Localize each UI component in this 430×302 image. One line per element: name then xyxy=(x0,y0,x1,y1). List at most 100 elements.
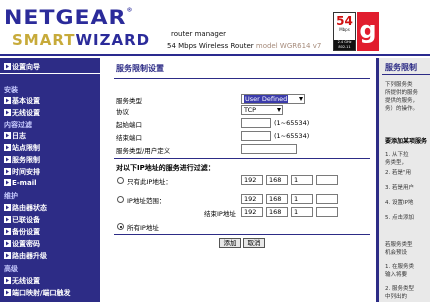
nav-item-schedule[interactable]: 时间安排 xyxy=(4,167,40,177)
range-start-octet-1[interactable]: 192 xyxy=(241,194,263,204)
range-end-octet-1[interactable]: 192 xyxy=(241,207,263,217)
product-desc: 54 Mbps Wireless Router xyxy=(167,42,254,50)
arrow-right-icon xyxy=(4,289,11,296)
nav-item-set-password[interactable]: 设置密码 xyxy=(4,239,40,249)
nav-item-basic-settings[interactable]: 基本设置 xyxy=(4,96,40,106)
range-start-octet-2[interactable]: 168 xyxy=(266,194,288,204)
nav-item-setup-wizard[interactable]: 设置向导 xyxy=(4,62,40,72)
single-ip-octet-1[interactable]: 192 xyxy=(241,175,263,185)
nav-item-backup-settings[interactable]: 备份设置 xyxy=(4,227,40,237)
nav-item-router-status[interactable]: 路由器状态 xyxy=(4,203,47,213)
arrow-right-icon xyxy=(4,228,11,235)
smartwizard-logo: SMARTWIZARD xyxy=(12,31,150,49)
header: NETGEAR® SMARTWIZARD router manager 54 M… xyxy=(0,0,430,56)
help-section-title: 要添加某项服务 xyxy=(385,138,428,145)
arrow-right-icon xyxy=(4,97,11,104)
arrow-right-icon xyxy=(4,132,11,139)
help-line: 下列服务类 xyxy=(385,82,413,88)
g-badge: g xyxy=(357,12,379,51)
end-port-label: 结束端口 xyxy=(116,134,142,142)
range-start-octet-3[interactable]: 1 xyxy=(291,194,313,204)
badge-line2: 802.11 xyxy=(338,44,351,49)
arrow-right-icon xyxy=(4,204,11,211)
radio-ip-range[interactable] xyxy=(117,196,124,203)
help-footer-line: 2. 服务类型 xyxy=(385,286,414,292)
nav-item-port-forwarding[interactable]: 端口映射/端口触发 xyxy=(4,288,71,298)
radio-single-ip[interactable] xyxy=(117,177,124,184)
help-footer-line: 若服务类型 xyxy=(385,242,413,248)
nav-section-maintenance: 维护 xyxy=(4,192,18,200)
nav-section-content-filtering: 内容过滤 xyxy=(4,121,32,129)
start-port-label: 起始端口 xyxy=(116,121,142,129)
product-title: router manager xyxy=(171,30,227,38)
protocol-select[interactable]: TCP xyxy=(241,105,283,115)
nav-section-setup: 安装 xyxy=(4,86,18,94)
arrow-right-icon xyxy=(4,252,11,259)
help-step: 1. 从下拉 xyxy=(385,152,409,158)
arrow-right-icon xyxy=(4,144,11,151)
nav-item-advanced-wireless[interactable]: 无线设置 xyxy=(4,276,40,286)
nav-item-block-services[interactable]: 服务限制 xyxy=(4,155,40,165)
range-start-octet-4[interactable] xyxy=(316,194,338,204)
arrow-right-icon xyxy=(4,168,11,175)
section-divider xyxy=(114,158,370,159)
range-end-octet-3[interactable]: 1 xyxy=(291,207,313,217)
help-line: 所提供的服务 xyxy=(385,90,419,96)
start-port-hint: (1~65534) xyxy=(274,119,310,127)
range-end-octet-4[interactable] xyxy=(316,207,338,217)
sidebar-nav: 设置向导 安装 基本设置 无线设置 内容过滤 日志 站点限制 服务限制 时间安排… xyxy=(0,58,103,302)
help-footer-line: 输入将要 xyxy=(385,272,408,278)
nav-item-attached-devices[interactable]: 已联设备 xyxy=(4,215,40,225)
nav-item-email[interactable]: E-mail xyxy=(4,179,37,187)
start-port-input[interactable] xyxy=(241,118,271,128)
smart-text: SMART xyxy=(12,31,76,49)
help-step: 3. 若是用户 xyxy=(385,185,414,191)
arrow-right-icon xyxy=(4,179,11,186)
help-footer-line: 1. 在服务类 xyxy=(385,264,414,270)
radio-all-ip[interactable] xyxy=(117,223,124,230)
netgear-logo: NETGEAR® xyxy=(4,7,134,30)
add-button[interactable]: 添加 xyxy=(219,238,241,248)
nav-item-wireless-settings[interactable]: 无线设置 xyxy=(4,108,40,118)
single-ip-octet-2[interactable]: 168 xyxy=(266,175,288,185)
badge-speed: 54 xyxy=(336,14,353,28)
service-type-select[interactable]: User Defined xyxy=(241,94,305,104)
arrow-right-icon xyxy=(4,240,11,247)
help-divider xyxy=(382,74,430,75)
chevron-down-icon xyxy=(277,108,281,112)
product-model: 54 Mbps Wireless Router model WGR614 v7 xyxy=(167,42,321,50)
help-step: 2. 若是"用 xyxy=(385,170,412,176)
filter-heading: 对以下IP地址的服务进行过滤： xyxy=(116,164,215,172)
arrow-right-icon xyxy=(4,156,11,163)
nav-item-block-sites[interactable]: 站点限制 xyxy=(4,143,40,153)
nav-section-advanced: 高级 xyxy=(4,265,18,273)
protocol-label: 协议 xyxy=(116,108,129,116)
custom-service-input[interactable] xyxy=(241,144,297,154)
range-end-octet-2[interactable]: 168 xyxy=(266,207,288,217)
badge-footer: 2.4 GHz 802.11 xyxy=(334,40,355,50)
help-line: 提供的服务， xyxy=(385,98,419,104)
chevron-down-icon xyxy=(299,97,303,101)
buttons-divider xyxy=(114,234,370,235)
help-step: 4. 设置IP地 xyxy=(385,200,414,206)
registered-mark: ® xyxy=(126,7,134,14)
nav-item-router-upgrade[interactable]: 路由器升级 xyxy=(4,251,47,261)
main-content: 服务限制设置 服务类型 User Defined 协议 TCP 起始端口 (1~… xyxy=(106,58,376,302)
wizard-text: WIZARD xyxy=(75,31,151,49)
arrow-right-icon xyxy=(4,277,11,284)
help-footer-line: 中列出的 xyxy=(385,294,408,300)
end-port-input[interactable] xyxy=(241,131,271,141)
nav-item-logs[interactable]: 日志 xyxy=(4,131,26,141)
single-ip-octet-4[interactable] xyxy=(316,175,338,185)
help-step: 务类型， xyxy=(385,160,408,166)
single-ip-octet-3[interactable]: 1 xyxy=(291,175,313,185)
cancel-button[interactable]: 取消 xyxy=(243,238,265,248)
arrow-right-icon xyxy=(4,216,11,223)
help-panel: 服务限制 下列服务类 所提供的服务 提供的服务， 务）的操作。 要添加某项服务 … xyxy=(376,58,430,302)
page-title: 服务限制设置 xyxy=(116,64,164,73)
arrow-right-icon xyxy=(4,109,11,116)
end-port-hint: (1~65534) xyxy=(274,132,310,140)
range-end-label: 结束IP地址 xyxy=(204,210,236,218)
help-line: 务）的操作。 xyxy=(385,106,419,112)
speed-badge: 54 Mbps 2.4 GHz 802.11 xyxy=(333,12,356,51)
